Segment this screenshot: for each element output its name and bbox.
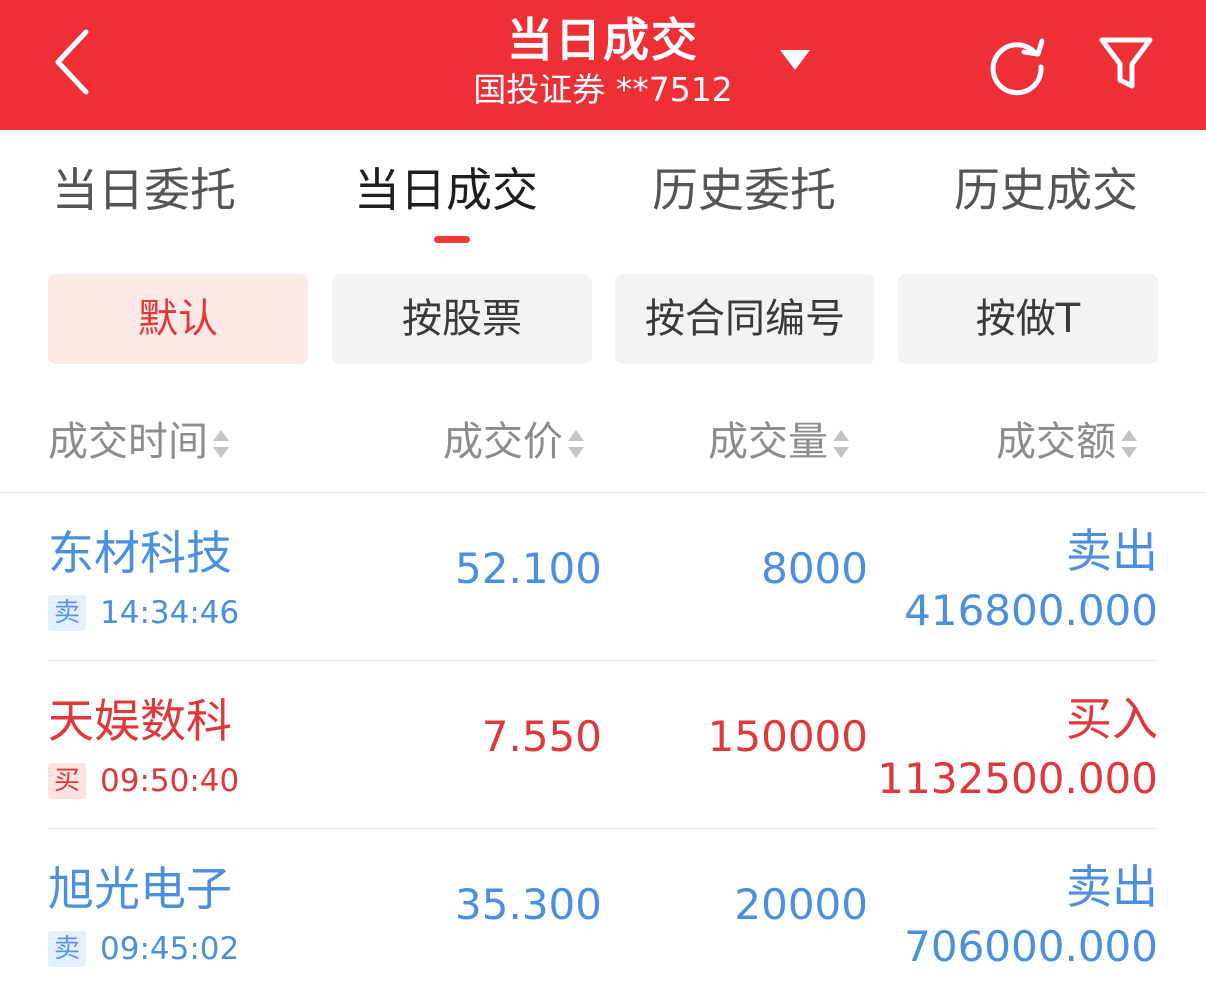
- trade-time: 09:50:40: [100, 763, 240, 799]
- tab-history-orders[interactable]: 历史委托: [652, 160, 836, 220]
- column-header-label: 成交价: [443, 419, 563, 465]
- side-badge: 卖: [48, 595, 86, 631]
- trade-price: 7.550: [481, 712, 602, 761]
- side-badge: 买: [48, 763, 86, 799]
- account-dropdown-button[interactable]: [772, 40, 818, 80]
- column-header-label: 成交时间: [48, 419, 208, 465]
- trade-time: 14:34:46: [100, 595, 240, 631]
- refresh-button[interactable]: [984, 32, 1050, 98]
- sort-arrows-icon: [1118, 421, 1140, 461]
- trade-price: 52.100: [455, 544, 602, 593]
- trade-quantity: 20000: [734, 880, 868, 929]
- stock-name: 东材科技: [48, 526, 232, 580]
- trade-quantity: 150000: [707, 712, 868, 761]
- column-header-time[interactable]: 成交时间: [48, 412, 232, 472]
- trade-row[interactable]: 旭光电子 卖 09:45:02 35.300 20000 卖出 706000.0…: [0, 829, 1206, 997]
- trade-time: 09:45:02: [100, 931, 240, 967]
- refresh-icon: [990, 38, 1045, 96]
- trade-side: 卖出: [1066, 860, 1158, 914]
- tab-today-trades[interactable]: 当日成交: [354, 160, 538, 220]
- trade-price: 35.300: [455, 880, 602, 929]
- sort-by-stock-button[interactable]: 按股票: [332, 274, 592, 364]
- trade-amount: 706000.000: [904, 922, 1158, 971]
- filter-icon: [1099, 37, 1153, 89]
- trade-row[interactable]: 东材科技 卖 14:34:46 52.100 8000 卖出 416800.00…: [0, 493, 1206, 661]
- stock-name: 旭光电子: [48, 862, 232, 916]
- trade-quantity: 8000: [761, 544, 868, 593]
- tab-bar: 当日委托 当日成交 历史委托 历史成交: [0, 130, 1206, 250]
- sort-default-button[interactable]: 默认: [48, 274, 308, 364]
- trade-amount: 416800.000: [904, 586, 1158, 635]
- tab-today-orders[interactable]: 当日委托: [52, 160, 236, 220]
- filter-button[interactable]: [1094, 30, 1158, 96]
- sort-arrows-icon: [565, 421, 587, 461]
- trade-side: 卖出: [1066, 524, 1158, 578]
- column-header-label: 成交量: [708, 419, 828, 465]
- sort-by-contract-button[interactable]: 按合同编号: [615, 274, 875, 364]
- column-header-amount[interactable]: 成交额: [996, 412, 1140, 472]
- trade-side: 买入: [1066, 692, 1158, 746]
- app-header: 当日成交 国投证券 **7512: [0, 0, 1206, 130]
- column-header-label: 成交额: [996, 419, 1116, 465]
- sort-by-t-button[interactable]: 按做T: [898, 274, 1158, 364]
- sort-arrows-icon: [210, 421, 232, 461]
- column-header-quantity[interactable]: 成交量: [708, 412, 852, 472]
- trade-amount: 1132500.000: [877, 754, 1158, 803]
- stock-name: 天娱数科: [48, 694, 232, 748]
- column-header-price[interactable]: 成交价: [443, 412, 587, 472]
- tab-history-trades[interactable]: 历史成交: [954, 160, 1138, 220]
- sort-arrows-icon: [830, 421, 852, 461]
- active-tab-indicator: [434, 236, 470, 243]
- side-badge: 卖: [48, 931, 86, 967]
- caret-down-icon: [780, 50, 810, 70]
- trade-row[interactable]: 天娱数科 买 09:50:40 7.550 150000 买入 1132500.…: [0, 661, 1206, 829]
